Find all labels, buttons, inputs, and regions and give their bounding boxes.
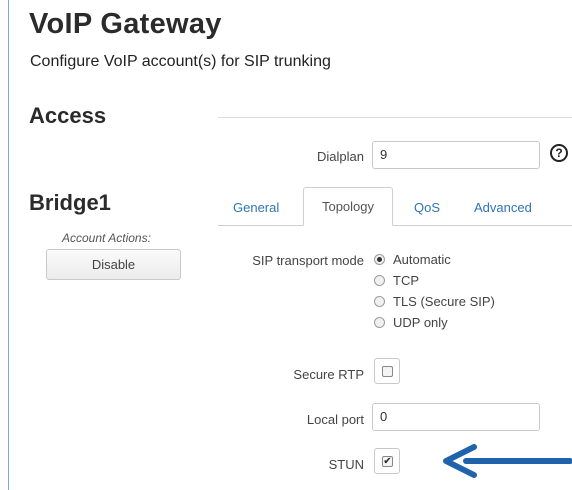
annotation-arrow-icon xyxy=(443,444,572,478)
local-port-input[interactable]: 0 xyxy=(372,403,540,431)
frame-border xyxy=(8,0,9,490)
stun-checkbox[interactable]: ✔ xyxy=(374,448,400,474)
radio-button[interactable] xyxy=(374,275,385,286)
radio-udp-only[interactable]: UDP only xyxy=(374,315,448,333)
dialplan-label: Dialplan xyxy=(317,149,364,164)
radio-label: Automatic xyxy=(393,252,451,267)
radio-label: TCP xyxy=(393,273,419,288)
help-icon[interactable]: ? xyxy=(550,144,568,162)
page-title: VoIP Gateway xyxy=(29,8,222,40)
secure-rtp-label: Secure RTP xyxy=(293,367,364,382)
secure-rtp-checkbox[interactable] xyxy=(374,358,400,384)
page-subtitle: Configure VoIP account(s) for SIP trunki… xyxy=(30,53,331,70)
tab-general[interactable]: General xyxy=(233,200,279,215)
disable-button[interactable]: Disable xyxy=(46,249,181,280)
local-port-label: Local port xyxy=(306,412,364,427)
tab-advanced[interactable]: Advanced xyxy=(474,200,532,215)
stun-label: STUN xyxy=(328,457,364,472)
checkmark-icon: ✔ xyxy=(382,456,393,467)
radio-automatic[interactable]: Automatic xyxy=(374,252,451,270)
radio-button-checked[interactable] xyxy=(374,254,385,265)
dialplan-input[interactable]: 9 xyxy=(372,141,540,169)
radio-tls[interactable]: TLS (Secure SIP) xyxy=(374,294,495,312)
radio-tcp[interactable]: TCP xyxy=(374,273,419,291)
checkbox-box xyxy=(382,366,393,377)
radio-button[interactable] xyxy=(374,317,385,328)
section-divider xyxy=(218,117,572,118)
radio-label: UDP only xyxy=(393,315,448,330)
tab-qos[interactable]: QoS xyxy=(414,200,440,215)
account-actions-label: Account Actions: xyxy=(62,231,151,245)
radio-label: TLS (Secure SIP) xyxy=(393,294,495,309)
tab-topology[interactable]: Topology xyxy=(303,187,393,226)
sip-transport-label: SIP transport mode xyxy=(252,253,364,268)
radio-button[interactable] xyxy=(374,296,385,307)
account-name: Bridge1 xyxy=(29,190,111,215)
tabs-baseline xyxy=(218,225,572,226)
access-heading: Access xyxy=(29,103,107,128)
